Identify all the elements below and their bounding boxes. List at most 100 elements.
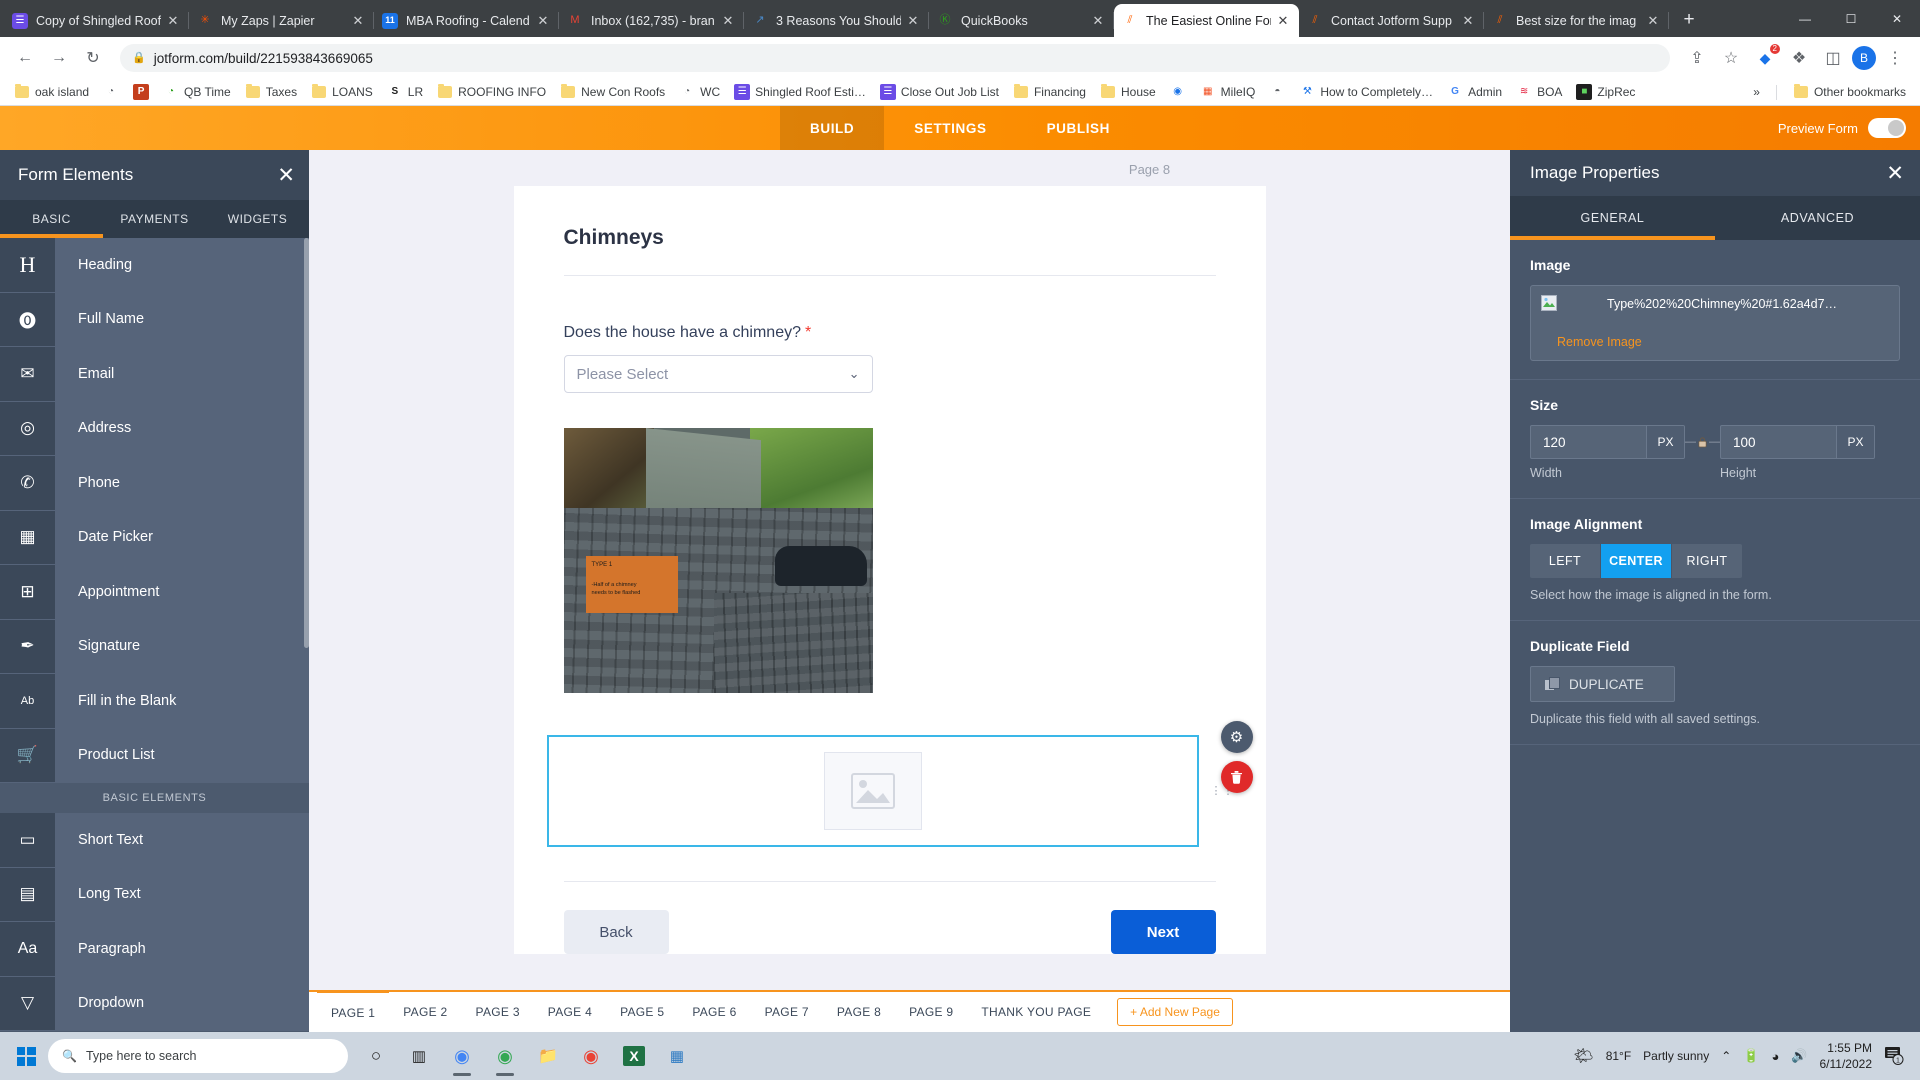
taskbar-chrome-icon[interactable]: ◉: [442, 1034, 482, 1078]
taskbar-file-explorer-icon[interactable]: 📁: [528, 1034, 568, 1078]
close-window-button[interactable]: ✕: [1874, 0, 1920, 37]
browser-tab[interactable]: 11 MBA Roofing - Calend ✕: [374, 4, 559, 37]
page-tab[interactable]: PAGE 1: [317, 990, 390, 1032]
tab-close-icon[interactable]: ✕: [535, 13, 551, 29]
close-icon[interactable]: ✕: [277, 165, 295, 186]
form-elements-tab-payments[interactable]: PAYMENTS: [103, 200, 206, 238]
page-tab[interactable]: PAGE 5: [606, 991, 678, 1032]
bookmark-item[interactable]: ▦ MileIQ: [1194, 81, 1262, 103]
image-properties-tab-advanced[interactable]: ADVANCED: [1715, 196, 1920, 240]
page-tab[interactable]: PAGE 7: [751, 991, 823, 1032]
back-icon[interactable]: ←: [10, 43, 40, 73]
form-element-fill-in-the-blank[interactable]: Ab Fill in the Blank: [0, 674, 309, 729]
bookmark-item[interactable]: ≋ BOA: [1510, 81, 1568, 103]
tab-close-icon[interactable]: ✕: [1275, 13, 1291, 29]
form-element-heading[interactable]: H Heading: [0, 238, 309, 293]
form-element-date-picker[interactable]: ▦ Date Picker: [0, 510, 309, 565]
tab-close-icon[interactable]: ✕: [165, 13, 181, 29]
width-value[interactable]: 120: [1531, 426, 1646, 458]
form-element-long-text[interactable]: ▤ Long Text: [0, 867, 309, 922]
bookmark-item[interactable]: ROOFING INFO: [431, 81, 552, 103]
page-tab[interactable]: THANK YOU PAGE: [967, 991, 1105, 1032]
bookmarks-overflow-button[interactable]: »: [1747, 82, 1766, 102]
tab-close-icon[interactable]: ✕: [1460, 13, 1476, 29]
jotform-tab-publish[interactable]: PUBLISH: [1017, 106, 1140, 150]
bookmark-item[interactable]: ⚒ How to Completely…: [1293, 81, 1439, 103]
jotform-tab-build[interactable]: BUILD: [780, 106, 885, 150]
height-value[interactable]: 100: [1721, 426, 1836, 458]
width-input[interactable]: 120 PX: [1530, 425, 1685, 459]
preview-form-control[interactable]: Preview Form: [1778, 106, 1906, 150]
duplicate-button[interactable]: DUPLICATE: [1530, 666, 1675, 702]
image-thumbnail-box[interactable]: Type%202%20Chimney%20#1.62a4d7… Remove I…: [1530, 285, 1900, 361]
bookmark-item[interactable]: oak island: [8, 81, 95, 103]
browser-tab[interactable]: ⫽ Best size for the imag ✕: [1484, 4, 1669, 37]
taskbar-calculator-icon[interactable]: ▦: [657, 1034, 697, 1078]
maximize-button[interactable]: ☐: [1828, 0, 1874, 37]
tab-close-icon[interactable]: ✕: [905, 13, 921, 29]
preview-form-toggle[interactable]: [1868, 118, 1906, 138]
aspect-lock-icon[interactable]: — —: [1685, 436, 1720, 449]
form-element-product-list[interactable]: 🛒 Product List: [0, 728, 309, 783]
page-tab[interactable]: PAGE 3: [462, 991, 534, 1032]
address-bar[interactable]: 🔒 jotform.com/build/221593843669065: [120, 44, 1670, 72]
form-element-appointment[interactable]: ⊞ Appointment: [0, 565, 309, 620]
browser-tab[interactable]: ↗ 3 Reasons You Should ✕: [744, 4, 929, 37]
page-tab[interactable]: PAGE 6: [678, 991, 750, 1032]
browser-tab[interactable]: Ⓚ QuickBooks ✕: [929, 4, 1114, 37]
extensions-badge-icon[interactable]: ◆ 2: [1750, 43, 1780, 73]
form-element-phone[interactable]: ✆ Phone: [0, 456, 309, 511]
browser-tab[interactable]: M Inbox (162,735) - bran ✕: [559, 4, 744, 37]
field-delete-trash-icon[interactable]: [1220, 761, 1253, 793]
browser-tab[interactable]: ⫽ Contact Jotform Supp ✕: [1299, 4, 1484, 37]
share-icon[interactable]: ⇪: [1682, 43, 1712, 73]
battery-icon[interactable]: 🔋: [1743, 1048, 1759, 1064]
taskbar-task-view-icon[interactable]: ▥: [399, 1034, 439, 1078]
bookmark-item[interactable]: ◔: [97, 81, 125, 103]
bookmark-item[interactable]: ◔ QB Time: [157, 81, 237, 103]
form-elements-tab-widgets[interactable]: WIDGETS: [206, 200, 309, 238]
tab-close-icon[interactable]: ✕: [1090, 13, 1106, 29]
form-elements-tab-basic[interactable]: BASIC: [0, 200, 103, 238]
align-right-button[interactable]: RIGHT: [1672, 544, 1742, 578]
wifi-icon[interactable]: ◕: [1771, 1049, 1779, 1064]
start-button[interactable]: [6, 1036, 46, 1076]
bookmark-item[interactable]: New Con Roofs: [554, 81, 671, 103]
bookmark-item[interactable]: ◉: [1164, 81, 1192, 103]
jotform-tab-settings[interactable]: SETTINGS: [884, 106, 1016, 150]
taskbar-excel-icon[interactable]: X: [614, 1034, 654, 1078]
close-icon[interactable]: ✕: [1886, 163, 1904, 184]
browser-tab[interactable]: ✳ My Zaps | Zapier ✕: [189, 4, 374, 37]
drag-handle-icon[interactable]: ⋮⋮: [1211, 786, 1234, 797]
bookmark-item[interactable]: Financing: [1007, 81, 1092, 103]
taskbar-chrome-icon-2[interactable]: ◉: [571, 1034, 611, 1078]
page-tab[interactable]: PAGE 8: [823, 991, 895, 1032]
chrome-menu-icon[interactable]: ⋮: [1880, 43, 1910, 73]
bookmark-item[interactable]: ◓: [1263, 81, 1291, 103]
form-element-paragraph[interactable]: Aa Paragraph: [0, 922, 309, 977]
tab-close-icon[interactable]: ✕: [350, 13, 366, 29]
tray-chevron-icon[interactable]: ⌃: [1721, 1049, 1731, 1063]
form-element-signature[interactable]: ✒ Signature: [0, 619, 309, 674]
other-bookmarks-button[interactable]: Other bookmarks: [1787, 81, 1912, 103]
form-element-short-text[interactable]: ▭ Short Text: [0, 813, 309, 868]
page-tab[interactable]: PAGE 4: [534, 991, 606, 1032]
puzzle-icon[interactable]: ❖: [1784, 43, 1814, 73]
tab-close-icon[interactable]: ✕: [720, 13, 736, 29]
height-input[interactable]: 100 PX: [1720, 425, 1875, 459]
bookmark-item[interactable]: ■ ZipRec: [1570, 81, 1641, 103]
bookmark-item[interactable]: ☰ Shingled Roof Esti…: [728, 81, 872, 103]
chimney-dropdown[interactable]: Please Select ⌄: [563, 355, 873, 393]
back-button[interactable]: Back: [563, 910, 669, 954]
clock[interactable]: 1:55 PM 6/11/2022: [1820, 1040, 1873, 1072]
add-new-page-button[interactable]: + Add New Page: [1117, 998, 1233, 1026]
taskbar-search[interactable]: 🔍 Type here to search: [48, 1039, 348, 1073]
bookmark-item[interactable]: ◔ WC: [673, 81, 726, 103]
browser-tab[interactable]: ⫽ The Easiest Online For ✕: [1114, 4, 1299, 37]
forward-icon[interactable]: →: [44, 43, 74, 73]
bookmark-item[interactable]: P: [127, 81, 155, 103]
bookmark-item[interactable]: S LR: [381, 81, 429, 103]
profile-avatar[interactable]: B: [1852, 46, 1876, 70]
bookmark-item[interactable]: G Admin: [1441, 81, 1508, 103]
new-tab-button[interactable]: +: [1675, 6, 1703, 34]
